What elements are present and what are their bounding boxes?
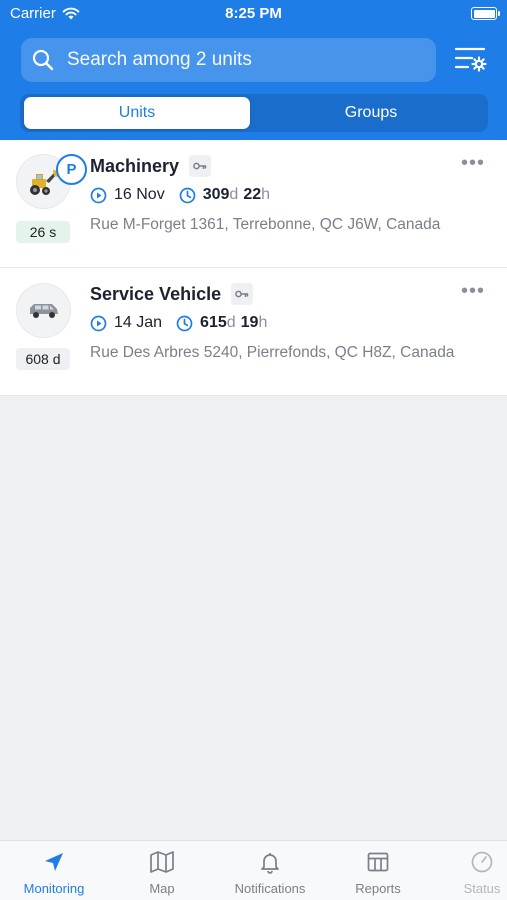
play-circle-icon <box>90 315 107 332</box>
tab-map[interactable]: Map <box>108 849 216 896</box>
unit-list: P 26 s Machinery ••• 16 Nov 309 d 22 h R… <box>0 140 507 396</box>
unit-meta: 16 Nov 309 d 22 h <box>90 186 270 204</box>
map-icon <box>150 851 174 873</box>
tab-status-label: Status <box>463 881 501 896</box>
more-options-button[interactable]: ••• <box>461 281 485 301</box>
unit-avatar <box>16 283 71 338</box>
duration-days-unit: d <box>226 314 236 331</box>
search-placeholder: Search among 2 units <box>67 49 252 70</box>
duration-hours-unit: h <box>261 186 271 203</box>
duration-days-value: 309 <box>202 186 230 203</box>
parking-badge: P <box>56 154 87 185</box>
key-icon <box>189 155 211 177</box>
tab-map-label: Map <box>149 881 175 896</box>
tab-units[interactable]: Units <box>24 97 250 129</box>
segmented-control: Units Groups <box>20 94 488 132</box>
duration-days-unit: d <box>229 186 239 203</box>
bell-icon <box>261 853 279 874</box>
duration-hours-value: 19 <box>240 314 259 331</box>
reports-table-icon <box>367 852 389 872</box>
tab-notifications-label: Notifications <box>234 881 306 896</box>
last-message-age: 608 d <box>16 348 70 370</box>
unit-meta: 14 Jan 615 d 19 h <box>90 314 267 332</box>
unit-name: Service Vehicle <box>90 284 222 304</box>
play-circle-icon <box>90 187 107 204</box>
key-icon <box>231 283 253 305</box>
tab-notifications[interactable]: Notifications <box>216 849 324 896</box>
trip-date: 16 Nov <box>114 186 165 203</box>
clock-icon <box>176 315 193 332</box>
duration-days-value: 615 <box>200 314 227 331</box>
status-bar: Carrier 8:25 PM <box>0 0 507 28</box>
duration-hours-unit: h <box>258 314 268 331</box>
tab-bar: Monitoring Map Notifications Reports Sta… <box>0 840 507 900</box>
tab-monitoring-label: Monitoring <box>23 881 85 896</box>
tab-reports[interactable]: Reports <box>324 849 432 896</box>
unit-row-service-vehicle[interactable]: 608 d Service Vehicle ••• 14 Jan 615 d 1… <box>0 268 507 396</box>
search-icon <box>32 49 54 71</box>
filter-settings-icon <box>454 47 487 72</box>
gauge-icon <box>471 851 493 873</box>
unit-row-machinery[interactable]: P 26 s Machinery ••• 16 Nov 309 d 22 h R… <box>0 140 507 268</box>
search-input[interactable]: Search among 2 units <box>21 38 436 82</box>
duration-hours-value: 22 <box>243 186 262 203</box>
more-options-button[interactable]: ••• <box>461 153 485 173</box>
unit-address: Rue Des Arbres 5240, Pierrefonds, QC H8Z… <box>90 344 455 361</box>
header: Carrier 8:25 PM Search among 2 units Uni… <box>0 0 507 140</box>
tab-monitoring[interactable]: Monitoring <box>0 849 108 896</box>
van-icon <box>29 303 58 318</box>
trip-date: 14 Jan <box>114 314 163 331</box>
last-message-age: 26 s <box>16 221 70 243</box>
tab-reports-label: Reports <box>355 881 401 896</box>
tab-groups[interactable]: Groups <box>258 97 484 129</box>
clock: 8:25 PM <box>225 5 282 22</box>
battery-icon <box>471 7 500 20</box>
tab-status[interactable]: Status <box>432 849 507 896</box>
navigation-arrow-icon <box>45 853 63 871</box>
clock-icon <box>179 187 196 204</box>
unit-address: Rue M-Forget 1361, Terrebonne, QC J6W, C… <box>90 216 441 233</box>
unit-name: Machinery <box>90 156 180 176</box>
filter-settings-button[interactable] <box>452 44 488 76</box>
